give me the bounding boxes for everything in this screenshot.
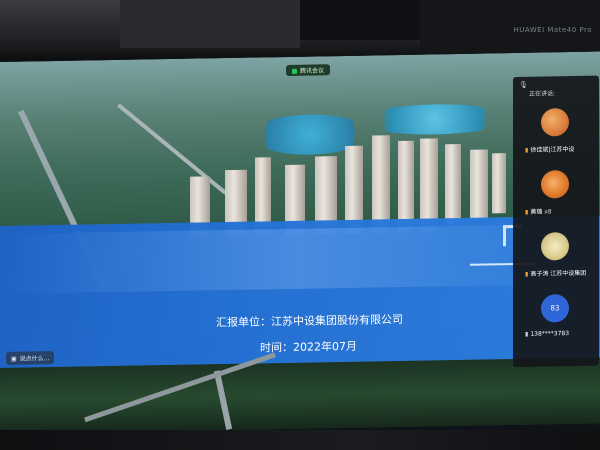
avatar	[541, 170, 569, 199]
meeting-indicator-label: 腾讯会议	[300, 67, 325, 75]
mic-icon: ▮	[525, 208, 529, 216]
bezel-segment	[120, 0, 300, 48]
participant-tile[interactable]: 83 ▮ 138****3783	[519, 290, 595, 353]
participant-tile[interactable]: ▮ 黄璐 x8	[519, 166, 595, 229]
tower	[492, 153, 506, 214]
avatar	[541, 232, 569, 261]
mic-icon: ▮	[525, 270, 529, 278]
participant-name: ▮ 徐佳斌|江苏中设	[525, 145, 575, 154]
meeting-status-icon	[292, 68, 297, 74]
tower	[470, 149, 488, 220]
avatar	[541, 108, 569, 137]
participant-name: ▮ 138****3783	[525, 330, 570, 338]
bezel-segment	[300, 0, 420, 40]
device-label: HUAWEI Mate40 Pro	[513, 26, 592, 34]
speaker-icon: 🎙	[519, 80, 528, 89]
meeting-indicator[interactable]: 腾讯会议	[286, 64, 331, 77]
mic-icon: ▮	[525, 146, 529, 154]
lower-landscape	[0, 352, 600, 434]
mic-icon: ▮	[525, 330, 529, 338]
participant-name: ▮ 高子涛 江苏中设集团	[525, 269, 587, 278]
tower	[445, 143, 461, 225]
participant-panel: 🎙 正在讲话: ▮ 徐佳斌|江苏中设 ▮ 黄璐 x8 ▮ 高子涛 江苏中设集团 83 …	[513, 75, 599, 368]
report-time-text: 时间：2022年07月	[260, 339, 357, 355]
device-bezel-bottom	[0, 430, 600, 450]
meeting-screen: 腾讯会议 ▣ 说点什么... 🎙 正在讲话: ▮ 徐佳斌|江苏中设 ▮ 黄璐 x8 ▮…	[0, 51, 600, 434]
participant-tile[interactable]: ▮ 高子涛 江苏中设集团	[519, 228, 595, 291]
speaking-label: 正在讲话:	[529, 90, 556, 98]
avatar: 83	[541, 294, 569, 323]
chat-input-placeholder: 说点什么...	[19, 355, 50, 363]
report-unit-text: 汇报单位：江苏中设集团股份有限公司	[216, 312, 403, 330]
chat-input-chip[interactable]: ▣ 说点什么...	[6, 351, 55, 365]
device-bezel: HUAWEI Mate40 Pro	[0, 0, 600, 60]
chat-icon: ▣	[11, 355, 17, 363]
participant-name: ▮ 黄璐 x8	[525, 208, 552, 216]
lake	[360, 103, 510, 136]
road	[117, 103, 227, 195]
panel-header: 🎙	[519, 81, 531, 89]
bezel-segment	[420, 0, 600, 50]
road	[213, 370, 233, 431]
participant-tile[interactable]: ▮ 徐佳斌|江苏中设	[519, 104, 595, 167]
participant-suffix: x8	[544, 208, 552, 216]
